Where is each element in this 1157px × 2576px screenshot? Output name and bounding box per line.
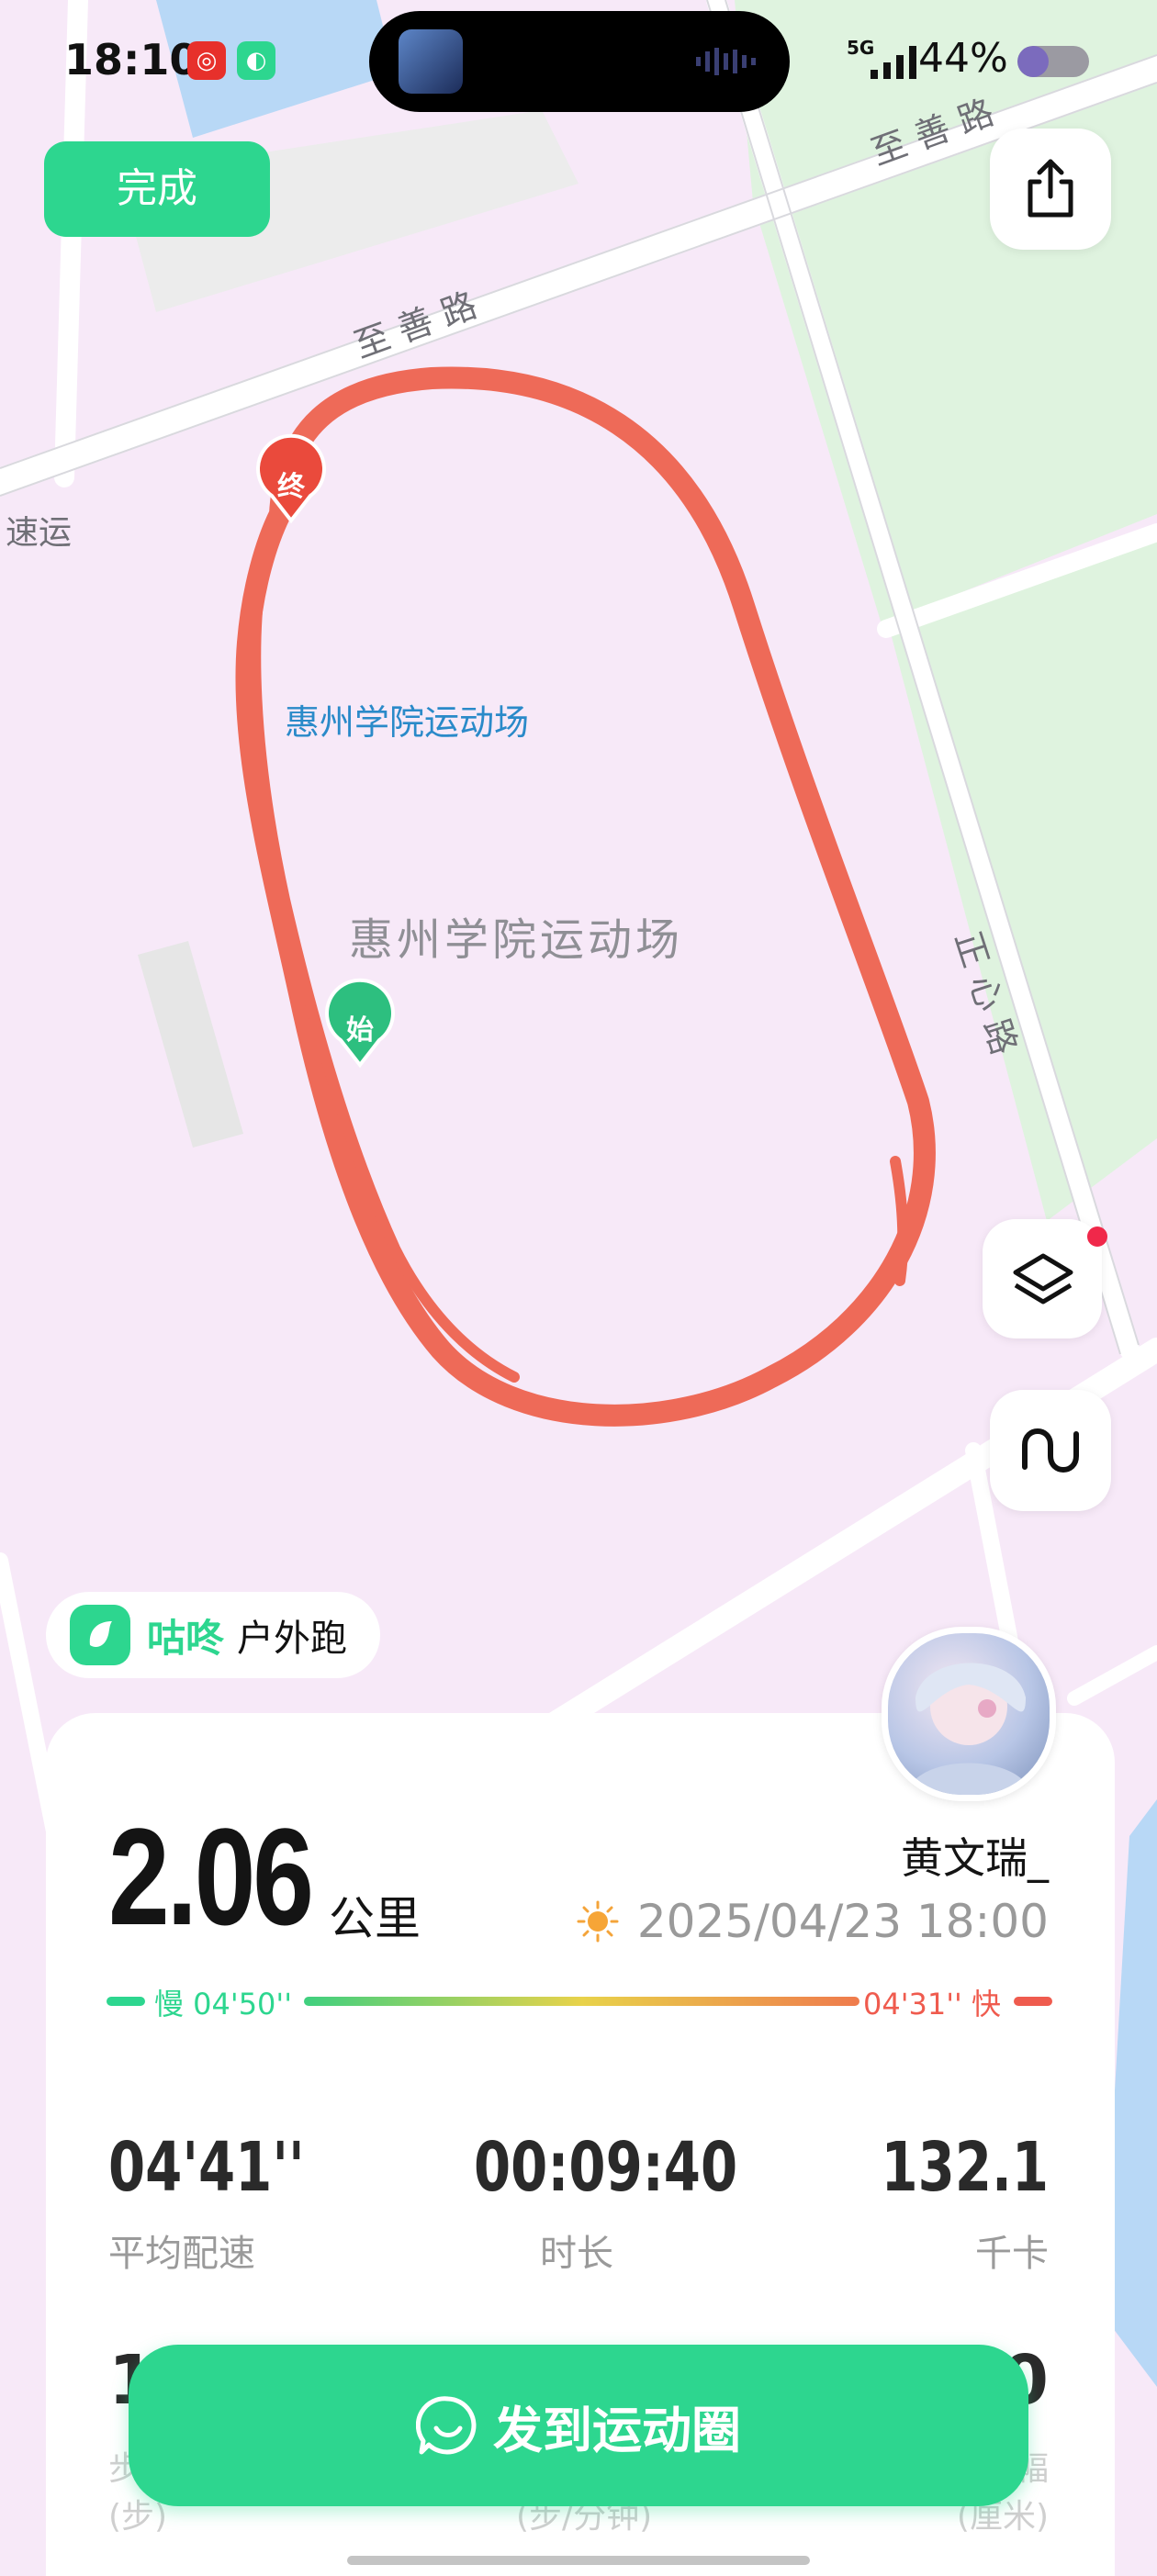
dynamic-island[interactable] bbox=[369, 11, 790, 112]
pace-slowest: 慢 04'50'' bbox=[154, 1987, 293, 2022]
chat-smile-icon bbox=[416, 2396, 477, 2455]
route-icon bbox=[1022, 1428, 1079, 1473]
battery-fill bbox=[1017, 46, 1050, 77]
duration-label: 时长 bbox=[540, 2233, 613, 2275]
media-thumbnail bbox=[399, 29, 463, 94]
audio-wave-icon bbox=[696, 48, 756, 75]
workout-datetime-row: 2025/04/23 18:00 bbox=[577, 1895, 1049, 1948]
workout-datetime: 2025/04/23 18:00 bbox=[636, 1895, 1049, 1948]
post-to-feed-label: 发到运动圈 bbox=[493, 2401, 741, 2459]
share-button[interactable] bbox=[990, 129, 1111, 250]
battery-icon bbox=[1017, 46, 1089, 77]
avg-pace-label: 平均配速 bbox=[108, 2233, 255, 2275]
distance-unit: 公里 bbox=[329, 1892, 421, 1945]
avg-pace-value: 04'41'' bbox=[108, 2128, 305, 2207]
end-marker-label: 终 bbox=[277, 471, 306, 503]
music-app-icon: ◎ bbox=[187, 41, 226, 80]
done-button[interactable]: 完成 bbox=[44, 141, 270, 237]
codoon-logo-icon bbox=[70, 1605, 130, 1665]
status-bar: 18:10 ◎ ◐ 5G 44% bbox=[0, 0, 1157, 119]
start-marker-label: 始 bbox=[346, 1014, 374, 1047]
avatar[interactable] bbox=[882, 1627, 1056, 1801]
codoon-app-icon: ◐ bbox=[237, 41, 275, 80]
notification-dot bbox=[1087, 1226, 1107, 1247]
brand-name: 咕咚 bbox=[147, 1615, 225, 1661]
workout-type: 户外跑 bbox=[237, 1618, 348, 1660]
duration-value: 00:09:40 bbox=[474, 2128, 738, 2207]
post-to-feed-button[interactable]: 发到运动圈 bbox=[129, 2345, 1028, 2506]
home-indicator[interactable] bbox=[347, 2556, 810, 2565]
battery-percent: 44% bbox=[918, 35, 1008, 82]
calories-label: 千卡 bbox=[975, 2233, 1049, 2275]
route-playback-button[interactable] bbox=[990, 1390, 1111, 1511]
road-label-suyun: 速运 bbox=[6, 514, 72, 552]
map-layers-button[interactable] bbox=[983, 1219, 1102, 1338]
layers-icon bbox=[1013, 1253, 1073, 1305]
brand-tag: 咕咚 户外跑 bbox=[46, 1592, 381, 1678]
area-label: 惠州学院运动场 bbox=[349, 914, 683, 966]
username: 黄文瑞_ bbox=[901, 1833, 1049, 1883]
calories-value: 132.1 bbox=[881, 2128, 1049, 2207]
poi-label[interactable]: 惠州学院运动场 bbox=[285, 702, 529, 743]
status-time: 18:10 bbox=[64, 35, 199, 84]
sunny-weather-icon bbox=[577, 1900, 619, 1943]
share-icon bbox=[1028, 159, 1073, 218]
distance-value: 2.06 bbox=[108, 1799, 314, 1954]
pace-fastest: 04'31'' 快 bbox=[862, 1987, 1001, 2022]
